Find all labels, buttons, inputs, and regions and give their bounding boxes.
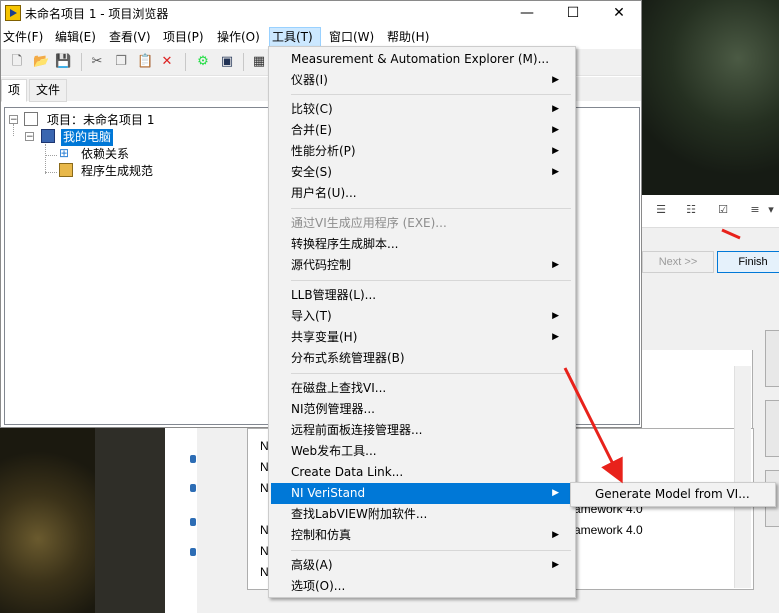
annotation-arrow-top — [721, 228, 741, 240]
annotation-arrow — [563, 367, 623, 484]
annotation-arrows — [563, 228, 741, 484]
